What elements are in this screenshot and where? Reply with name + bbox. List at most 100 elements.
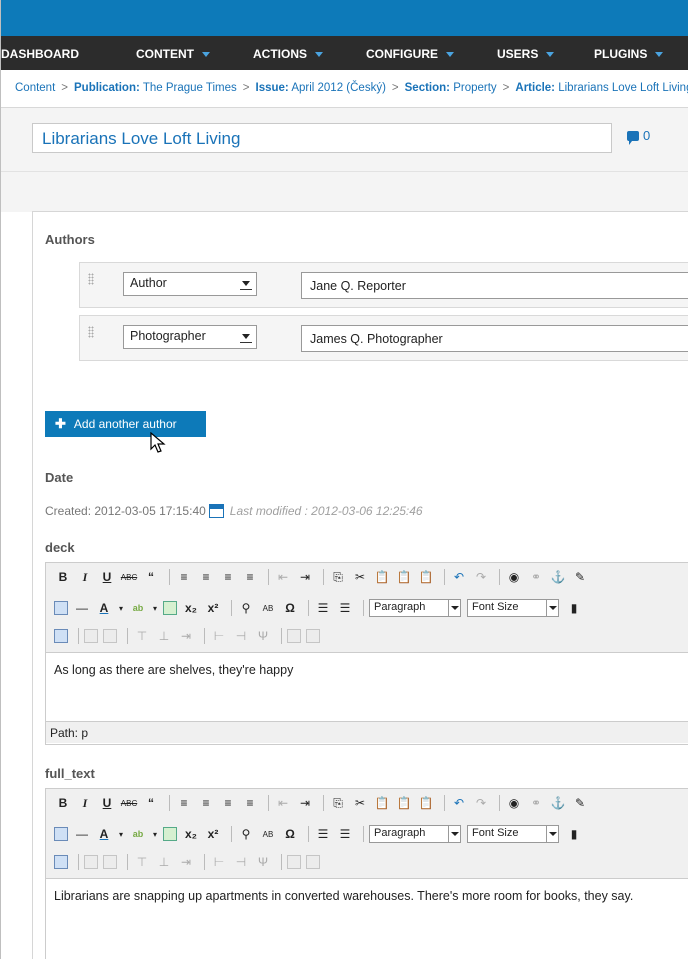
paste-word-icon[interactable]: 📋 bbox=[417, 568, 435, 586]
fullscreen-icon[interactable] bbox=[54, 827, 68, 841]
numbered-list-icon[interactable]: ☰ bbox=[336, 825, 354, 843]
subscript-icon[interactable]: x₂ bbox=[182, 599, 200, 617]
author-role-select[interactable]: Photographer bbox=[123, 325, 257, 349]
insert-table-icon[interactable] bbox=[84, 629, 98, 643]
indent-icon[interactable]: ⇥ bbox=[296, 794, 314, 812]
anchor-icon[interactable]: ⚓ bbox=[549, 794, 567, 812]
author-name-input[interactable]: James Q. Photographer bbox=[301, 325, 688, 352]
insert-table-icon[interactable] bbox=[84, 855, 98, 869]
underline-button[interactable]: U bbox=[98, 568, 116, 586]
align-center-icon[interactable]: ≡ bbox=[197, 568, 215, 586]
dropdown-arrow-icon[interactable] bbox=[546, 600, 558, 616]
font-size-select[interactable]: Font Size bbox=[467, 599, 559, 617]
align-left-icon[interactable]: ≡ bbox=[175, 794, 193, 812]
merge-cells-icon[interactable] bbox=[287, 855, 301, 869]
deck-text-area[interactable]: As long as there are shelves, they're ha… bbox=[46, 653, 688, 721]
superscript-icon[interactable]: x² bbox=[204, 825, 222, 843]
dropdown-arrow-icon[interactable] bbox=[448, 826, 460, 842]
cut-icon[interactable]: ✂ bbox=[351, 568, 369, 586]
delete-col-icon[interactable]: Ψ bbox=[254, 853, 272, 871]
bold-button[interactable]: B bbox=[54, 568, 72, 586]
text-color-icon[interactable]: A bbox=[95, 599, 113, 617]
html-source-icon[interactable]: ◉ bbox=[505, 568, 523, 586]
align-justify-icon[interactable]: ≡ bbox=[241, 568, 259, 586]
row-before-icon[interactable]: ⊤ bbox=[133, 627, 151, 645]
copy-icon[interactable]: ⎘ bbox=[329, 794, 347, 812]
row-after-icon[interactable]: ⊥ bbox=[155, 627, 173, 645]
drag-handle-icon[interactable] bbox=[88, 326, 94, 338]
copy-icon[interactable]: ⎘ bbox=[329, 568, 347, 586]
undo-icon[interactable]: ↶ bbox=[450, 568, 468, 586]
full-text-area[interactable]: Librarians are snapping up apartments in… bbox=[46, 879, 688, 959]
find-icon[interactable]: ⚲ bbox=[237, 599, 255, 617]
paste-text-icon[interactable]: 📋 bbox=[395, 794, 413, 812]
dropdown-arrow-icon[interactable] bbox=[240, 277, 252, 290]
fullscreen-icon[interactable] bbox=[54, 601, 68, 615]
special-char-icon[interactable]: Ω bbox=[281, 599, 299, 617]
html-source-icon[interactable]: ◉ bbox=[505, 794, 523, 812]
styles-icon[interactable] bbox=[163, 827, 177, 841]
nav-plugins[interactable]: PLUGINS bbox=[594, 47, 664, 61]
col-after-icon[interactable]: ⊣ bbox=[232, 627, 250, 645]
replace-icon[interactable]: AB bbox=[259, 599, 277, 617]
italic-button[interactable]: I bbox=[76, 568, 94, 586]
delete-row-icon[interactable]: ⇥ bbox=[177, 627, 195, 645]
numbered-list-icon[interactable]: ☰ bbox=[336, 599, 354, 617]
styles-icon[interactable] bbox=[163, 601, 177, 615]
bullet-list-icon[interactable]: ☰ bbox=[314, 599, 332, 617]
align-right-icon[interactable]: ≡ bbox=[219, 794, 237, 812]
dropdown-arrow-icon[interactable] bbox=[546, 826, 558, 842]
anchor-icon[interactable]: ⚓ bbox=[549, 568, 567, 586]
table-props-icon[interactable] bbox=[103, 629, 117, 643]
format-select[interactable]: Paragraph bbox=[369, 825, 461, 843]
format-select[interactable]: Paragraph bbox=[369, 599, 461, 617]
align-right-icon[interactable]: ≡ bbox=[219, 568, 237, 586]
paste-text-icon[interactable]: 📋 bbox=[395, 568, 413, 586]
paste-icon[interactable]: 📋 bbox=[373, 794, 391, 812]
comments-link[interactable]: 0 bbox=[627, 128, 650, 145]
chevron-down-icon[interactable]: ▾ bbox=[117, 599, 125, 617]
attachment-icon[interactable]: ✎ bbox=[571, 568, 589, 586]
add-author-button[interactable]: ✚ Add another author bbox=[45, 411, 206, 437]
delete-col-icon[interactable]: Ψ bbox=[254, 627, 272, 645]
table-props-icon[interactable] bbox=[103, 855, 117, 869]
nav-content[interactable]: CONTENT bbox=[136, 47, 210, 61]
col-after-icon[interactable]: ⊣ bbox=[232, 853, 250, 871]
redo-icon[interactable]: ↷ bbox=[472, 794, 490, 812]
replace-icon[interactable]: AB bbox=[259, 825, 277, 843]
superscript-icon[interactable]: x² bbox=[204, 599, 222, 617]
strikethrough-button[interactable]: ABC bbox=[120, 794, 138, 812]
edit-css-icon[interactable] bbox=[54, 629, 68, 643]
paste-word-icon[interactable]: 📋 bbox=[417, 794, 435, 812]
col-before-icon[interactable]: ⊢ bbox=[210, 853, 228, 871]
align-center-icon[interactable]: ≡ bbox=[197, 794, 215, 812]
indent-icon[interactable]: ⇥ bbox=[296, 568, 314, 586]
breadcrumb-publication[interactable]: The Prague Times bbox=[143, 82, 237, 94]
redo-icon[interactable]: ↷ bbox=[472, 568, 490, 586]
cut-icon[interactable]: ✂ bbox=[351, 794, 369, 812]
nav-dashboard[interactable]: DASHBOARD bbox=[1, 47, 79, 61]
breadcrumb-section[interactable]: Property bbox=[453, 82, 496, 94]
align-left-icon[interactable]: ≡ bbox=[175, 568, 193, 586]
subscript-icon[interactable]: x₂ bbox=[182, 825, 200, 843]
bullet-list-icon[interactable]: ☰ bbox=[314, 825, 332, 843]
horizontal-rule-icon[interactable]: — bbox=[73, 599, 91, 617]
dropdown-arrow-icon[interactable] bbox=[448, 600, 460, 616]
split-cells-icon[interactable] bbox=[306, 855, 320, 869]
font-size-select[interactable]: Font Size bbox=[467, 825, 559, 843]
undo-icon[interactable]: ↶ bbox=[450, 794, 468, 812]
highlight-color-icon[interactable]: ab bbox=[129, 599, 147, 617]
special-char-icon[interactable]: Ω bbox=[281, 825, 299, 843]
chevron-down-icon[interactable]: ▾ bbox=[151, 825, 159, 843]
drag-handle-icon[interactable] bbox=[88, 273, 94, 285]
italic-button[interactable]: I bbox=[76, 794, 94, 812]
row-after-icon[interactable]: ⊥ bbox=[155, 853, 173, 871]
align-justify-icon[interactable]: ≡ bbox=[241, 794, 259, 812]
page-break-icon[interactable]: ▮ bbox=[565, 599, 583, 617]
nav-configure[interactable]: CONFIGURE bbox=[366, 47, 454, 61]
highlight-color-icon[interactable]: ab bbox=[129, 825, 147, 843]
author-name-input[interactable]: Jane Q. Reporter bbox=[301, 272, 688, 299]
dropdown-arrow-icon[interactable] bbox=[240, 330, 252, 343]
page-break-icon[interactable]: ▮ bbox=[565, 825, 583, 843]
nav-actions[interactable]: ACTIONS bbox=[253, 47, 323, 61]
